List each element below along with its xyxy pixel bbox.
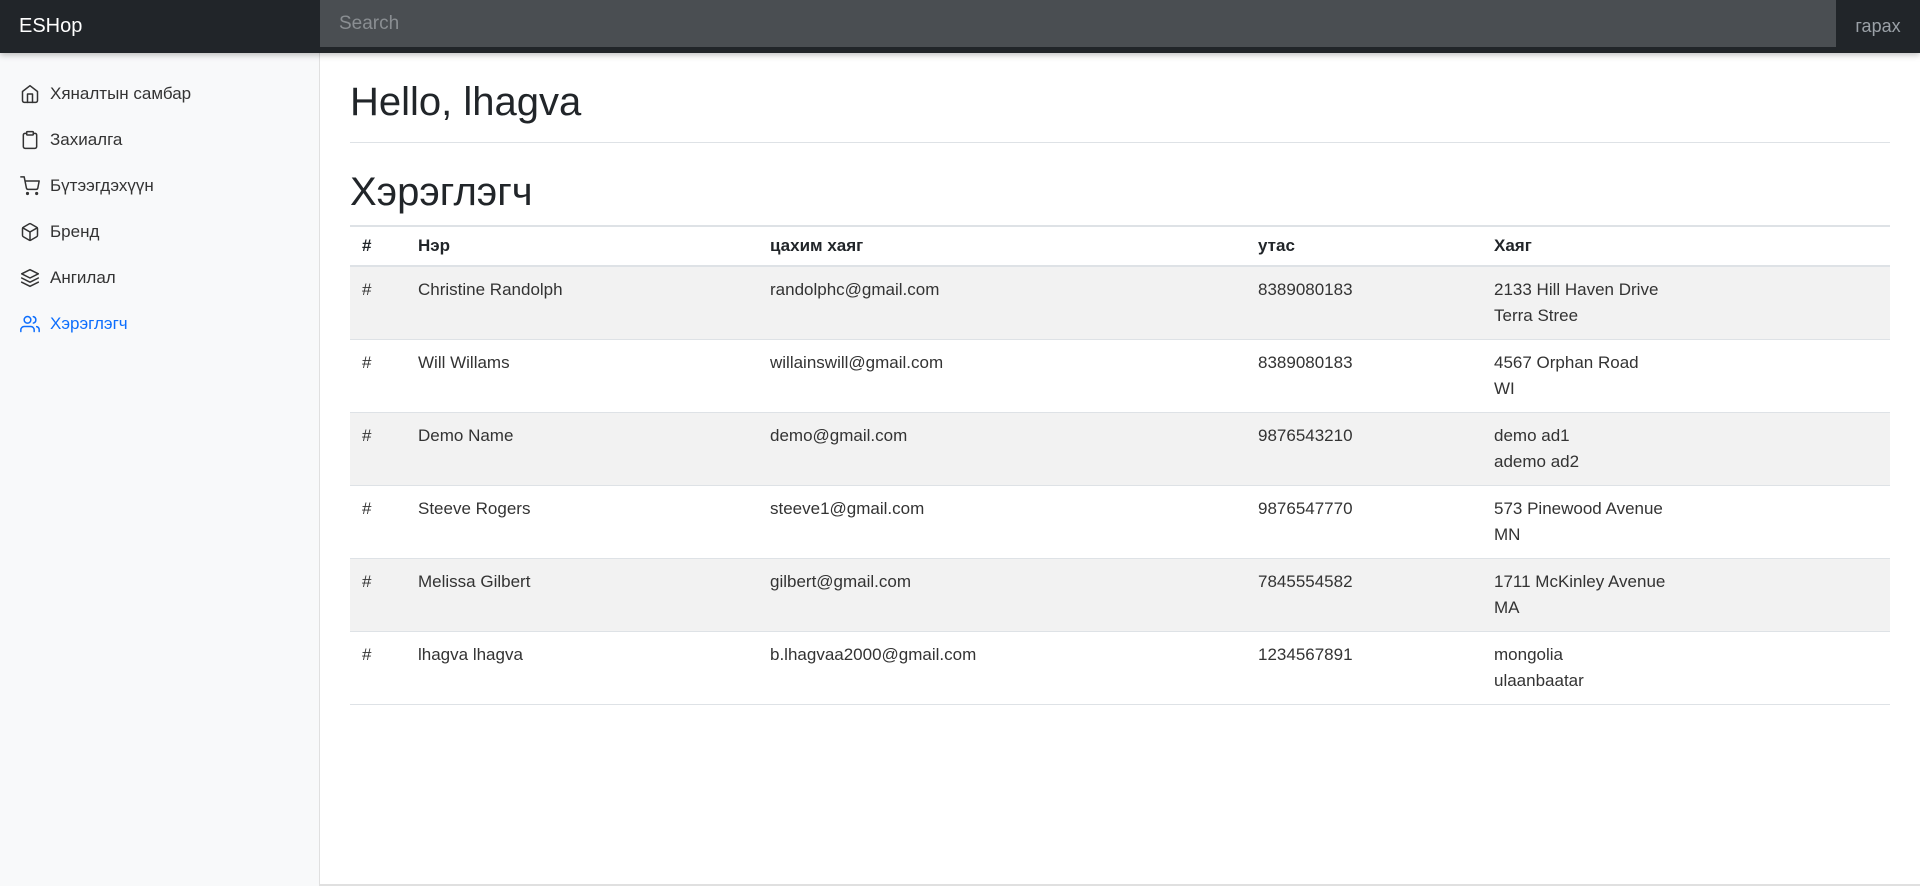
cell-name: Christine Randolph: [406, 266, 758, 340]
sidebar-item-orders[interactable]: Захиалга: [0, 117, 319, 163]
table-row[interactable]: # Steeve Rogers steeve1@gmail.com 987654…: [350, 485, 1890, 559]
cell-phone: 9876547770: [1246, 485, 1482, 559]
cell-email: steeve1@gmail.com: [758, 485, 1246, 559]
layers-icon: [20, 268, 40, 288]
page-title: Хэрэглэгч: [350, 170, 533, 214]
table-row[interactable]: # Will Willams willainswill@gmail.com 83…: [350, 339, 1890, 413]
address-line-2: ulaanbaatar: [1494, 671, 1584, 690]
table-header: # Нэр цахим хаяг утас Хаяг: [350, 225, 1890, 267]
sidebar-item-brands[interactable]: Бренд: [0, 209, 319, 255]
cell-address: 573 Pinewood Avenue MN: [1482, 485, 1890, 559]
cell-phone: 9876543210: [1246, 412, 1482, 486]
address-line-2: MN: [1494, 525, 1521, 544]
cell-number: #: [350, 558, 406, 632]
cell-address: mongolia ulaanbaatar: [1482, 631, 1890, 705]
cell-name: Melissa Gilbert: [406, 558, 758, 632]
box-icon: [20, 222, 40, 242]
cell-address: 4567 Orphan Road WI: [1482, 339, 1890, 413]
cell-email: willainswill@gmail.com: [758, 339, 1246, 413]
cell-email: b.lhagvaa2000@gmail.com: [758, 631, 1246, 705]
main-content: Hello, lhagva Хэрэглэгч # Нэр цахим хаяг…: [350, 53, 1890, 705]
table-body: # Christine Randolph randolphc@gmail.com…: [350, 266, 1890, 705]
address-line-2: Terra Stree: [1494, 306, 1579, 325]
column-header-address: Хаяг: [1482, 225, 1890, 267]
address-line-2: ademo ad2: [1494, 452, 1580, 471]
table-row[interactable]: # Demo Name demo@gmail.com 9876543210 de…: [350, 412, 1890, 486]
address-line-1: demo ad1: [1494, 426, 1570, 445]
cell-name: Steeve Rogers: [406, 485, 758, 559]
cell-address: 2133 Hill Haven Drive Terra Stree: [1482, 266, 1890, 340]
cell-email: demo@gmail.com: [758, 412, 1246, 486]
cell-name: Demo Name: [406, 412, 758, 486]
column-header-number: #: [350, 225, 406, 267]
sidebar-nav: Хяналтын самбар Захиалга Бүтээгдэхүүн Бр…: [0, 53, 319, 347]
cell-name: Will Willams: [406, 339, 758, 413]
table-header-row: # Нэр цахим хаяг утас Хаяг: [350, 225, 1890, 267]
cell-phone: 8389080183: [1246, 266, 1482, 340]
sidebar-item-users[interactable]: Хэрэглэгч: [0, 301, 319, 347]
top-navbar: ESHop гарах: [0, 0, 1920, 53]
sidebar-item-label: Бренд: [50, 222, 100, 241]
cell-address: 1711 McKinley Avenue MA: [1482, 558, 1890, 632]
search-input[interactable]: [320, 0, 1836, 47]
sidebar-item-categories[interactable]: Ангилал: [0, 255, 319, 301]
cell-number: #: [350, 339, 406, 413]
sidebar-item-label: Хяналтын самбар: [50, 84, 192, 103]
address-line-1: 4567 Orphan Road: [1494, 353, 1639, 372]
cell-phone: 1234567891: [1246, 631, 1482, 705]
brand-logo[interactable]: ESHop: [0, 0, 320, 53]
cart-icon: [20, 176, 40, 196]
sidebar-item-label: Ангилал: [50, 268, 116, 287]
table-row[interactable]: # Christine Randolph randolphc@gmail.com…: [350, 266, 1890, 340]
cell-email: randolphc@gmail.com: [758, 266, 1246, 340]
cell-phone: 7845554582: [1246, 558, 1482, 632]
cell-phone: 8389080183: [1246, 339, 1482, 413]
address-line-1: mongolia: [1494, 645, 1563, 664]
sidebar: Хяналтын самбар Захиалга Бүтээгдэхүүн Бр…: [0, 53, 320, 886]
cell-email: gilbert@gmail.com: [758, 558, 1246, 632]
sidebar-item-label: Бүтээгдэхүүн: [50, 176, 154, 195]
sidebar-item-label: Захиалга: [50, 130, 123, 149]
address-line-1: 1711 McKinley Avenue: [1494, 572, 1666, 591]
divider: [350, 142, 1890, 143]
column-header-phone: утас: [1246, 225, 1482, 267]
cell-number: #: [350, 266, 406, 340]
cell-number: #: [350, 485, 406, 559]
cell-number: #: [350, 631, 406, 705]
address-line-1: 573 Pinewood Avenue: [1494, 499, 1663, 518]
table-row[interactable]: # Melissa Gilbert gilbert@gmail.com 7845…: [350, 558, 1890, 632]
clipboard-icon: [20, 130, 40, 150]
users-icon: [20, 314, 40, 334]
cell-number: #: [350, 412, 406, 486]
column-header-email: цахим хаяг: [758, 225, 1246, 267]
cell-address: demo ad1 ademo ad2: [1482, 412, 1890, 486]
address-line-1: 2133 Hill Haven Drive: [1494, 280, 1659, 299]
cell-name: lhagva lhagva: [406, 631, 758, 705]
sidebar-item-products[interactable]: Бүтээгдэхүүн: [0, 163, 319, 209]
greeting-heading: Hello, lhagva: [350, 80, 582, 124]
users-table: # Нэр цахим хаяг утас Хаяг # Christine R…: [350, 225, 1890, 705]
sidebar-item-label: Хэрэглэгч: [50, 314, 128, 333]
column-header-name: Нэр: [406, 225, 758, 267]
address-line-2: MA: [1494, 598, 1520, 617]
sidebar-item-dashboard[interactable]: Хяналтын самбар: [0, 71, 319, 117]
signout-link[interactable]: гарах: [1836, 0, 1920, 53]
home-icon: [20, 84, 40, 104]
address-line-2: WI: [1494, 379, 1515, 398]
table-row[interactable]: # lhagva lhagva b.lhagvaa2000@gmail.com …: [350, 631, 1890, 705]
